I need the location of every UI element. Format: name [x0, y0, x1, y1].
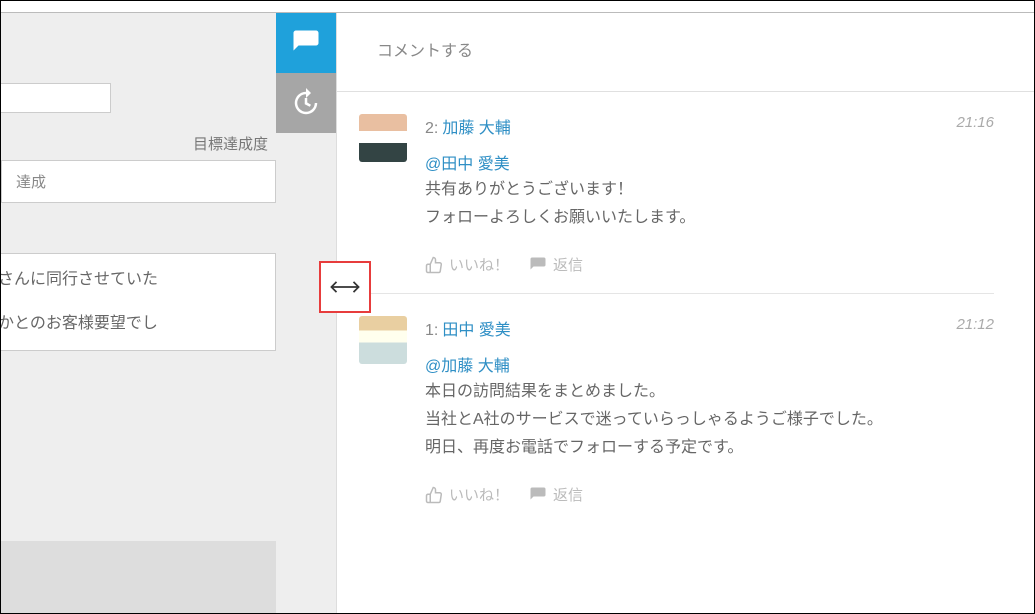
thumbs-up-icon [425, 256, 443, 274]
comment-item: 2: 加藤 大輔 21:16 @田中 愛美 共有ありがとうございます！ フォロー… [337, 92, 1034, 287]
goal-achievement-label: 目標達成度 [1, 133, 276, 154]
resize-horizontal-icon [328, 276, 362, 298]
left-footer-strip [1, 541, 276, 613]
comment-item: 1: 田中 愛美 21:12 @加藤 大輔 本日の訪問結果をまとめました。 当社… [337, 294, 1034, 517]
history-tab[interactable] [276, 73, 336, 133]
comments-panel: コメントする 2: 加藤 大輔 21:16 @田中 愛美 共有ありがとうございま… [337, 13, 1034, 613]
comment-icon [291, 28, 321, 58]
compose-comment[interactable]: コメントする [337, 13, 1034, 91]
left-partial-text: さんに同行させていた かとのお客様要望でし [0, 253, 276, 351]
left-panel: 目標達成度 達成 さんに同行させていた かとのお客様要望でし [1, 13, 276, 613]
left-field-1[interactable] [0, 83, 111, 113]
resize-handle-highlight[interactable] [319, 261, 371, 313]
reply-icon [529, 486, 547, 504]
history-icon [291, 88, 321, 118]
thumbs-up-icon [425, 486, 443, 504]
reply-button[interactable]: 返信 [529, 484, 583, 505]
comment-author-link[interactable]: 加藤 大輔 [442, 114, 510, 138]
side-tabs [276, 13, 336, 613]
comment-text: 本日の訪問結果をまとめました。 当社とA社のサービスで迷っていらっしゃるようご様… [425, 378, 994, 462]
comment-text: 共有ありがとうございます！ フォローよろしくお願いいたします。 [425, 176, 994, 232]
reply-button[interactable]: 返信 [529, 254, 583, 275]
mention-link[interactable]: @加藤 大輔 [425, 352, 994, 376]
avatar [359, 316, 407, 364]
reply-label: 返信 [553, 254, 583, 275]
comment-number: 1: [425, 322, 438, 340]
like-button[interactable]: いいね！ [425, 254, 509, 275]
comment-timestamp: 21:16 [956, 114, 994, 131]
like-label: いいね！ [449, 254, 509, 275]
like-button[interactable]: いいね！ [425, 484, 509, 505]
reply-icon [529, 256, 547, 274]
goal-achievement-value: 達成 [1, 160, 276, 203]
avatar [359, 114, 407, 162]
top-bar [1, 1, 1034, 13]
reply-label: 返信 [553, 484, 583, 505]
mention-link[interactable]: @田中 愛美 [425, 150, 994, 174]
comment-author-link[interactable]: 田中 愛美 [442, 316, 510, 340]
comments-tab[interactable] [276, 13, 336, 73]
like-label: いいね！ [449, 484, 509, 505]
comment-timestamp: 21:12 [956, 316, 994, 333]
comment-number: 2: [425, 120, 438, 138]
